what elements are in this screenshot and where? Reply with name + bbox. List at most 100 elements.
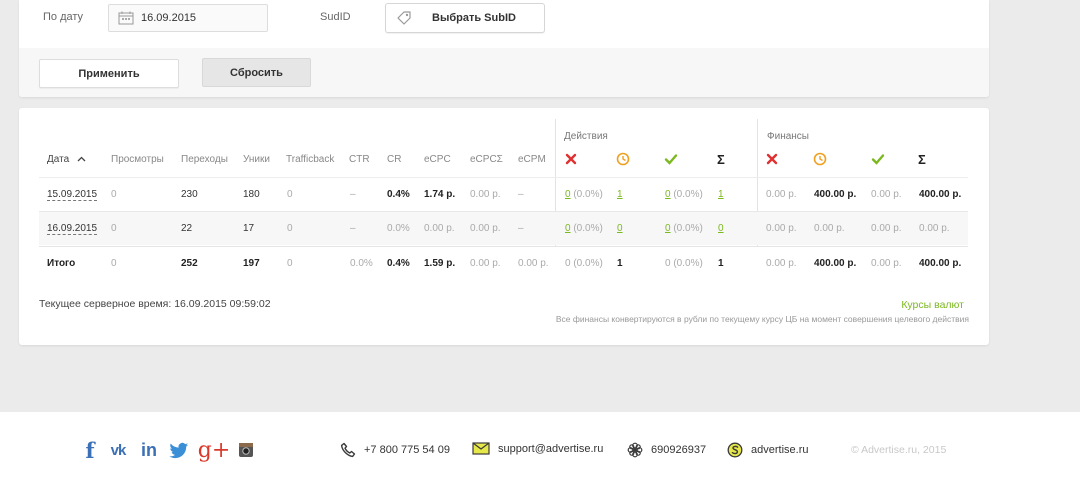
cr-cell: 0.0% (387, 223, 410, 234)
views-cell: 0 (111, 223, 117, 234)
col-trafficback-header[interactable]: Trafficback (286, 154, 334, 165)
vk-icon[interactable]: vk (106, 439, 130, 461)
col-cr-header[interactable]: CR (387, 154, 401, 165)
ecpc-cell: 1.59 р. (424, 258, 456, 269)
actions-hold-link[interactable]: 0 (617, 223, 623, 234)
ctr-cell: – (350, 189, 356, 200)
approved-check-icon (871, 154, 885, 165)
skype-contact[interactable]: advertise.ru (727, 442, 808, 458)
actions-rejected-cell: 0 (0.0%) (565, 189, 603, 200)
col-ecpc-header[interactable]: eCPC (424, 154, 451, 165)
sort-asc-icon (77, 156, 86, 162)
ecpc-sum-cell: 0.00 р. (470, 258, 501, 269)
finance-rejected-cell: 0.00 р. (766, 189, 797, 200)
actions-rejected-link[interactable]: 0 (565, 223, 571, 234)
uniques-cell: 180 (243, 189, 260, 200)
finance-hold-cell: 400.00 р. (814, 189, 857, 200)
actions-hold-link[interactable]: 1 (617, 189, 623, 200)
rejected-icon (565, 153, 577, 165)
finance-sum-icon: Σ (918, 152, 926, 167)
stats-table-card: Действия Финансы Дата Просмотры Переходы… (19, 108, 989, 345)
currency-rates-link[interactable]: Курсы валют (901, 299, 964, 311)
copyright: © Advertise.ru, 2015 (851, 444, 947, 456)
apply-button[interactable]: Применить (39, 59, 179, 88)
actions-hold-cell: 1 (617, 258, 623, 269)
clicks-cell: 252 (181, 258, 198, 269)
twitter-icon[interactable] (169, 442, 189, 460)
trafficback-cell: 0 (287, 223, 293, 234)
ecpc-cell: 1.74 р. (424, 189, 456, 200)
col-clicks-header[interactable]: Переходы (181, 154, 228, 165)
trafficback-cell: 0 (287, 189, 293, 200)
filter-panel: По дату 16.09.2015 SudID Выбрать SubID П… (19, 0, 989, 97)
table-row: 15.09.2015 0 230 180 0 – 0.4% 1.74 р. 0.… (39, 177, 968, 211)
facebook-icon[interactable]: f (82, 438, 98, 463)
uniques-cell: 197 (243, 258, 260, 269)
row-date-link[interactable]: 16.09.2015 (47, 223, 98, 235)
actions-group-label: Действия (564, 131, 608, 142)
finance-hold-cell: 400.00 р. (814, 258, 857, 269)
clicks-cell: 22 (181, 223, 193, 234)
actions-rejected-cell: 0 (0.0%) (565, 223, 603, 234)
actions-approved-link[interactable]: 0 (665, 189, 671, 200)
subid-label: SudID (320, 11, 351, 23)
col-date-header[interactable]: Дата (47, 154, 86, 165)
actions-sum-cell: 1 (718, 258, 724, 269)
ecpc-sum-cell: 0.00 р. (470, 223, 501, 234)
skype-handle: advertise.ru (751, 444, 809, 456)
finance-rejected-cell: 0.00 р. (766, 258, 797, 269)
footer: f vk in g+ +7 800 775 54 09 support@adve… (0, 412, 1080, 486)
filter-row: По дату 16.09.2015 SudID Выбрать SubID (19, 0, 989, 48)
total-label: Итого (47, 258, 76, 269)
icq-contact[interactable]: 690926937 (627, 442, 706, 458)
phone-number: +7 800 775 54 09 (364, 444, 450, 456)
table-total-row: Итого 0 252 197 0 0.0% 0.4% 1.59 р. 0.00… (39, 246, 968, 280)
finance-hold-cell: 0.00 р. (814, 223, 845, 234)
actions-approved-cell: 0 (0.0%) (665, 189, 703, 200)
email-contact[interactable]: support@advertise.ru (472, 442, 603, 455)
tag-icon (397, 11, 411, 25)
select-subid-button[interactable]: Выбрать SubID (385, 3, 545, 33)
ecpm-cell: – (518, 189, 524, 200)
cr-cell: 0.4% (387, 189, 410, 200)
actions-sum-link[interactable]: 1 (718, 189, 724, 200)
col-ctr-header[interactable]: CTR (349, 154, 370, 165)
server-time: Текущее серверное время: 16.09.2015 09:5… (39, 298, 271, 310)
col-ecpm-header[interactable]: eCPM (518, 154, 546, 165)
actions-approved-link[interactable]: 0 (665, 223, 671, 234)
ecpc-sum-cell: 0.00 р. (470, 189, 501, 200)
google-plus-icon[interactable]: g+ (198, 438, 231, 463)
clicks-cell: 230 (181, 189, 198, 200)
skype-icon (727, 442, 743, 458)
select-subid-label: Выбрать SubID (432, 12, 516, 24)
currency-note: Все финансы конвертируются в рубли по те… (555, 314, 969, 324)
icq-number: 690926937 (651, 444, 707, 456)
finance-sum-cell: 0.00 р. (919, 223, 950, 234)
rejected-icon (766, 153, 778, 165)
finance-sum-cell: 400.00 р. (919, 258, 962, 269)
email-address: support@advertise.ru (498, 442, 604, 455)
finance-approved-cell: 0.00 р. (871, 223, 902, 234)
col-ecpc-sum-header[interactable]: eCPCΣ (470, 154, 503, 165)
row-date-link[interactable]: 15.09.2015 (47, 189, 98, 201)
actions-approved-cell: 0 (0.0%) (665, 258, 703, 269)
date-label: По дату (43, 11, 84, 23)
instagram-icon[interactable] (238, 442, 254, 458)
actions-sum-link[interactable]: 0 (718, 223, 724, 234)
ecpm-cell: 0.00 р. (518, 258, 549, 269)
ecpc-cell: 0.00 р. (424, 223, 455, 234)
icq-flower-icon (627, 442, 643, 458)
views-cell: 0 (111, 189, 117, 200)
actions-rejected-cell: 0 (0.0%) (565, 258, 603, 269)
finance-approved-cell: 0.00 р. (871, 189, 902, 200)
col-views-header[interactable]: Просмотры (111, 154, 164, 165)
actions-rejected-link[interactable]: 0 (565, 189, 571, 200)
calendar-icon (118, 11, 134, 25)
phone-contact[interactable]: +7 800 775 54 09 (340, 442, 450, 458)
reset-button[interactable]: Сбросить (202, 58, 311, 87)
phone-icon (340, 442, 356, 458)
date-field[interactable]: 16.09.2015 (108, 4, 268, 32)
col-uniques-header[interactable]: Уники (243, 154, 270, 165)
linkedin-icon[interactable]: in (138, 439, 160, 461)
finance-group-label: Финансы (767, 131, 809, 142)
